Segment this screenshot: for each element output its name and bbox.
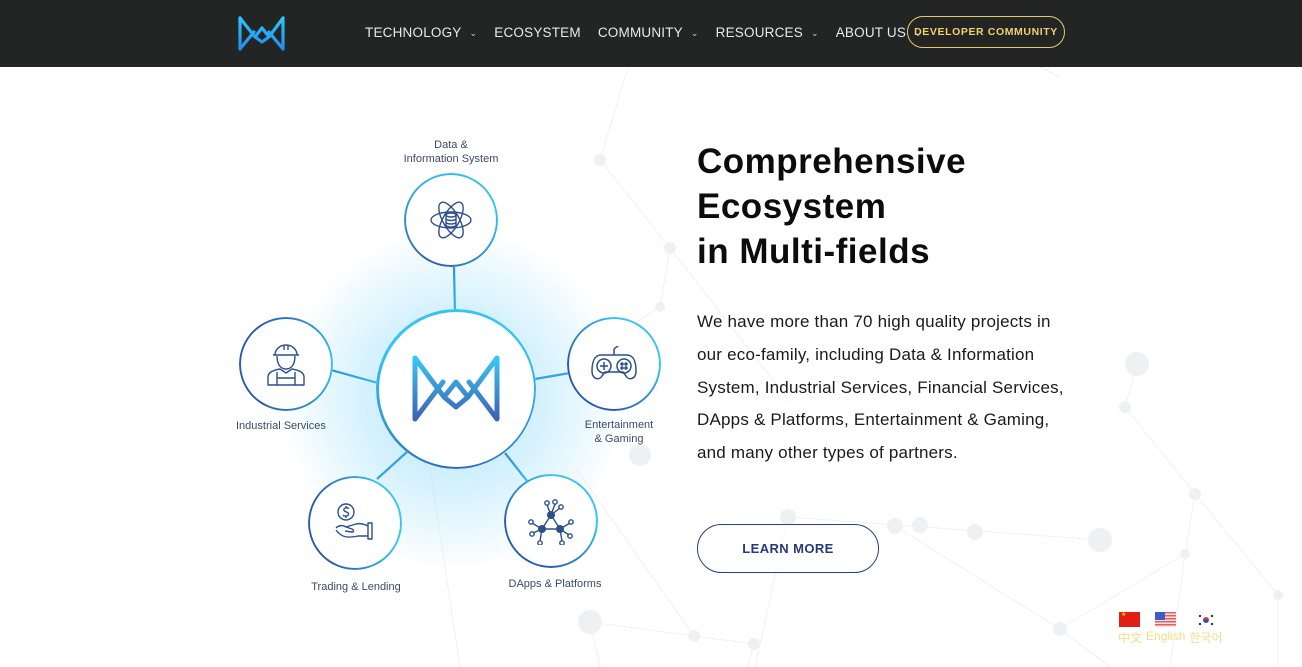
connector-data — [452, 264, 457, 312]
chevron-down-icon: ⌄ — [469, 27, 478, 38]
usa-flag-icon[interactable] — [1155, 612, 1176, 627]
chevron-down-icon: ⌄ — [810, 27, 819, 38]
gamepad-icon — [591, 345, 637, 380]
nav-community-label: COMMUNITY — [597, 24, 683, 40]
nav-community[interactable]: COMMUNITY ⌄ — [598, 25, 699, 40]
connector-entertainment — [534, 371, 571, 381]
language-option-chinese[interactable]: 中文 — [1118, 629, 1142, 646]
learn-more-button[interactable]: LEARN MORE — [697, 524, 879, 573]
node-industrial-services[interactable] — [239, 317, 333, 411]
nav-technology-label: TECHNOLOGY — [365, 24, 462, 40]
node-label-trading: Trading & Lending — [311, 581, 401, 593]
nav-about-us-label: ABOUT US — [835, 24, 907, 40]
developer-community-button[interactable]: DEVELOPER COMMUNITY — [907, 16, 1065, 48]
node-trading-lending[interactable] — [308, 476, 402, 570]
china-flag-icon[interactable] — [1119, 611, 1140, 627]
brand-logo[interactable] — [237, 15, 286, 52]
connector-industrial — [330, 368, 379, 385]
nav-ecosystem[interactable]: ECOSYSTEM — [494, 25, 581, 40]
language-switcher: 中文 English 한국어 — [1118, 611, 1238, 648]
node-label-dapps: DApps & Platforms — [508, 578, 602, 590]
nav-resources[interactable]: RESOURCES ⌄ — [716, 25, 819, 40]
top-navigation-bar: TECHNOLOGY ⌄ ECOSYSTEM COMMUNITY ⌄ RESOU… — [0, 0, 1302, 67]
ecosystem-diagram: Data & Information System Industrial Ser… — [0, 67, 700, 667]
node-dapps-platforms[interactable] — [504, 474, 598, 568]
atom-database-icon — [430, 201, 472, 239]
language-option-korean[interactable]: 한국어 — [1189, 629, 1222, 646]
language-labels: 中文 English 한국어 — [1118, 629, 1223, 646]
nav-technology[interactable]: TECHNOLOGY ⌄ — [365, 25, 477, 40]
network-nodes-icon — [528, 499, 574, 545]
node-entertainment-gaming[interactable] — [567, 317, 661, 411]
nav-ecosystem-label: ECOSYSTEM — [494, 24, 581, 40]
section-description: We have more than 70 high quality projec… — [697, 312, 1064, 463]
node-label-data: Data & Information System — [403, 139, 499, 165]
nav-resources-label: RESOURCES — [715, 24, 803, 40]
korea-flag-icon[interactable] — [1198, 614, 1214, 626]
node-label-entertainment: Entertainment & Gaming — [584, 419, 654, 445]
hand-coin-icon — [335, 503, 373, 540]
page: TECHNOLOGY ⌄ ECOSYSTEM COMMUNITY ⌄ RESOU… — [0, 0, 1302, 667]
connector-trading — [376, 451, 408, 480]
section-heading: Comprehensive Ecosystem in Multi-fields — [697, 142, 967, 271]
node-label-industrial: Industrial Services — [236, 420, 326, 432]
brand-logo-icon — [412, 355, 500, 422]
connector-dapps — [504, 452, 528, 482]
language-option-english[interactable]: English — [1146, 629, 1185, 646]
center-node — [376, 309, 536, 469]
chevron-down-icon: ⌄ — [690, 27, 699, 38]
main-nav: TECHNOLOGY ⌄ ECOSYSTEM COMMUNITY ⌄ RESOU… — [365, 0, 939, 64]
node-data-information-system[interactable] — [404, 173, 498, 267]
worker-hardhat-icon — [267, 344, 305, 386]
